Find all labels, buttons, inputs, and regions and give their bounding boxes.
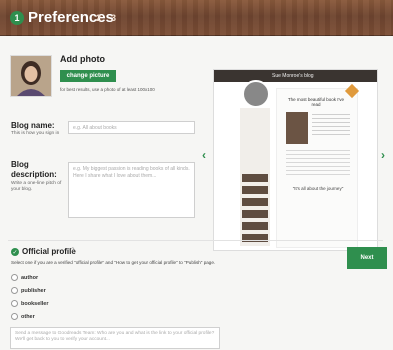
radio-circle[interactable]	[11, 274, 18, 281]
help-icon[interactable]: ?	[71, 248, 74, 254]
step-2-link[interactable]: 2	[96, 13, 101, 23]
preferences-header: 1 Preferences 2 3	[0, 0, 393, 36]
radio-label: other	[21, 313, 35, 320]
add-photo-title: Add photo	[60, 54, 105, 64]
radio-other[interactable]: other	[11, 313, 35, 320]
official-profile-description: Select one if you are a verified "offici…	[11, 260, 216, 265]
profile-photo-icon	[11, 56, 51, 96]
radio-circle[interactable]	[11, 287, 18, 294]
radio-circle[interactable]	[11, 313, 18, 320]
page-title: Preferences	[28, 9, 114, 26]
step-3-link[interactable]: 3	[111, 13, 116, 23]
radio-circle[interactable]	[11, 300, 18, 307]
official-profile-title: Official profile	[22, 247, 76, 256]
message-textarea[interactable]: Send a message to Goodreads Team: Who ar…	[10, 327, 220, 349]
preview-image	[286, 112, 308, 144]
preview-quote: "It's all about the journey"	[292, 186, 344, 191]
blog-name-sublabel: This is how you sign in	[11, 131, 60, 136]
radio-label: publisher	[21, 287, 46, 294]
radio-label: bookseller	[21, 300, 49, 307]
check-icon: ✓	[11, 248, 19, 256]
blog-description-sublabel: Write a one-line pitch of your blog.	[11, 181, 62, 192]
step-1-badge: 1	[10, 11, 24, 25]
radio-bookseller[interactable]: bookseller	[11, 300, 49, 307]
preview-prev-arrow[interactable]: ‹	[202, 148, 206, 162]
preview-text-lines	[312, 114, 350, 138]
radio-publisher[interactable]: publisher	[11, 287, 46, 294]
preview-headline: The most beautiful book I've read	[287, 97, 345, 107]
radio-author[interactable]: author	[11, 274, 38, 281]
section-divider	[8, 240, 383, 241]
blog-description-textarea[interactable]: e.g. My biggest passion is reading books…	[68, 162, 195, 218]
preview-blog-name: Sue Monroe's blog	[272, 73, 314, 79]
blog-description-label: Blog description:	[11, 160, 57, 179]
avatar[interactable]	[10, 55, 52, 97]
change-picture-button[interactable]: change picture	[60, 70, 116, 82]
blog-preview: Sue Monroe's blog The most beautiful boo…	[213, 69, 378, 251]
preview-avatar	[242, 80, 270, 108]
blog-name-label: Blog name:	[11, 121, 55, 130]
preview-text-lines	[286, 150, 350, 178]
radio-label: author	[21, 274, 39, 281]
blog-name-input[interactable]: e.g. All about books	[68, 121, 195, 134]
preview-next-arrow[interactable]: ›	[381, 148, 385, 162]
next-button[interactable]: Next	[347, 247, 387, 269]
photo-hint: for best results, use a photo of at leas…	[60, 87, 155, 92]
preview-thumbnails	[242, 174, 268, 244]
